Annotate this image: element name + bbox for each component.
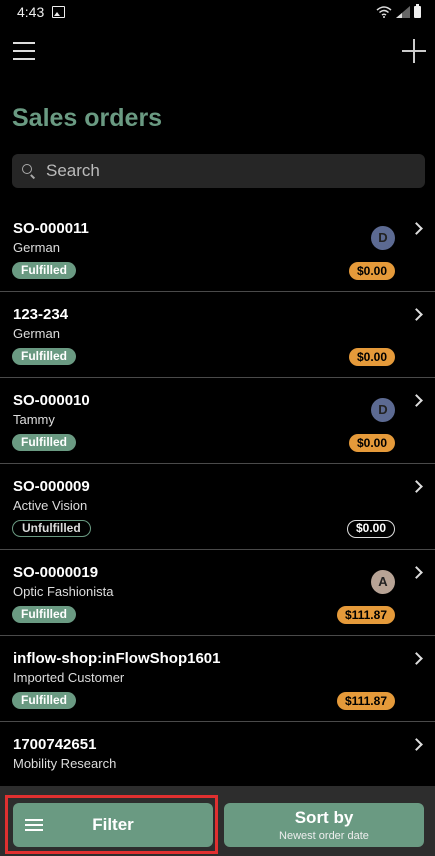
order-row[interactable]: SO-000009 Active Vision Unfulfilled $0.0… (0, 464, 435, 550)
order-row[interactable]: SO-000010 Tammy Fulfilled $0.00 D (0, 378, 435, 464)
status-badge: Fulfilled (12, 606, 76, 623)
avatar: D (371, 226, 395, 250)
customer-name: Imported Customer (13, 670, 125, 685)
customer-name: Active Vision (13, 498, 88, 513)
image-notification-icon (52, 6, 66, 18)
total-badge: $0.00 (348, 262, 395, 280)
chevron-right-icon (410, 394, 423, 407)
sort-label: Sort by (294, 808, 354, 827)
order-list: SO-000011 German Fulfilled $0.00 D 123-2… (0, 206, 435, 808)
chevron-right-icon (410, 566, 423, 579)
chevron-right-icon (410, 222, 423, 235)
customer-name: German (13, 240, 60, 255)
sort-value: Newest order date (279, 830, 369, 842)
customer-name: German (13, 326, 60, 341)
search-bar[interactable] (12, 154, 425, 188)
clock: 4:43 (17, 4, 45, 20)
customer-name: Optic Fashionista (13, 584, 114, 599)
order-id: SO-0000019 (13, 564, 99, 581)
status-badge: Unfulfilled (12, 520, 91, 537)
avatar: A (371, 570, 395, 594)
total-badge: $0.00 (348, 348, 395, 366)
order-row[interactable]: 123-234 German Fulfilled $0.00 (0, 292, 435, 378)
chevron-right-icon (410, 652, 423, 665)
order-id: SO-000011 (13, 220, 89, 237)
order-id: 123-234 (13, 306, 69, 323)
wifi-icon (376, 6, 392, 18)
status-badge: Fulfilled (12, 692, 76, 709)
order-row[interactable]: SO-0000019 Optic Fashionista Fulfilled $… (0, 550, 435, 636)
filter-label: Filter (92, 815, 134, 834)
status-badge: Fulfilled (12, 262, 76, 279)
search-input[interactable] (44, 160, 408, 182)
status-bar: 4:43 (0, 0, 435, 24)
sort-button[interactable]: Sort by Newest order date (224, 803, 424, 847)
filter-sliders-icon (25, 817, 43, 833)
battery-icon (414, 4, 421, 18)
total-badge: $111.87 (336, 606, 395, 624)
bottom-action-bar: Filter Sort by Newest order date (0, 786, 435, 856)
status-right (376, 4, 421, 18)
page-title: Sales orders (12, 104, 163, 132)
total-badge: $0.00 (346, 520, 395, 538)
avatar: D (371, 398, 395, 422)
order-row[interactable]: inflow-shop:inFlowShop1601 Imported Cust… (0, 636, 435, 722)
customer-name: Mobility Research (13, 756, 117, 771)
status-left: 4:43 (17, 4, 66, 20)
signal-icon (396, 6, 410, 18)
order-id: SO-000009 (13, 478, 90, 495)
menu-icon[interactable] (13, 42, 35, 60)
chevron-right-icon (410, 480, 423, 493)
order-id: SO-000010 (13, 392, 90, 409)
order-id: inflow-shop:inFlowShop1601 (13, 650, 221, 667)
order-id: 1700742651 (13, 736, 97, 753)
search-icon (22, 164, 36, 178)
status-badge: Fulfilled (12, 434, 76, 451)
total-badge: $0.00 (348, 434, 395, 452)
add-order-icon[interactable] (402, 39, 426, 63)
customer-name: Tammy (13, 412, 55, 427)
chevron-right-icon (410, 738, 423, 751)
filter-button[interactable]: Filter (13, 803, 213, 847)
chevron-right-icon (410, 308, 423, 321)
status-badge: Fulfilled (12, 348, 76, 365)
order-row[interactable]: SO-000011 German Fulfilled $0.00 D (0, 206, 435, 292)
total-badge: $111.87 (336, 692, 395, 710)
